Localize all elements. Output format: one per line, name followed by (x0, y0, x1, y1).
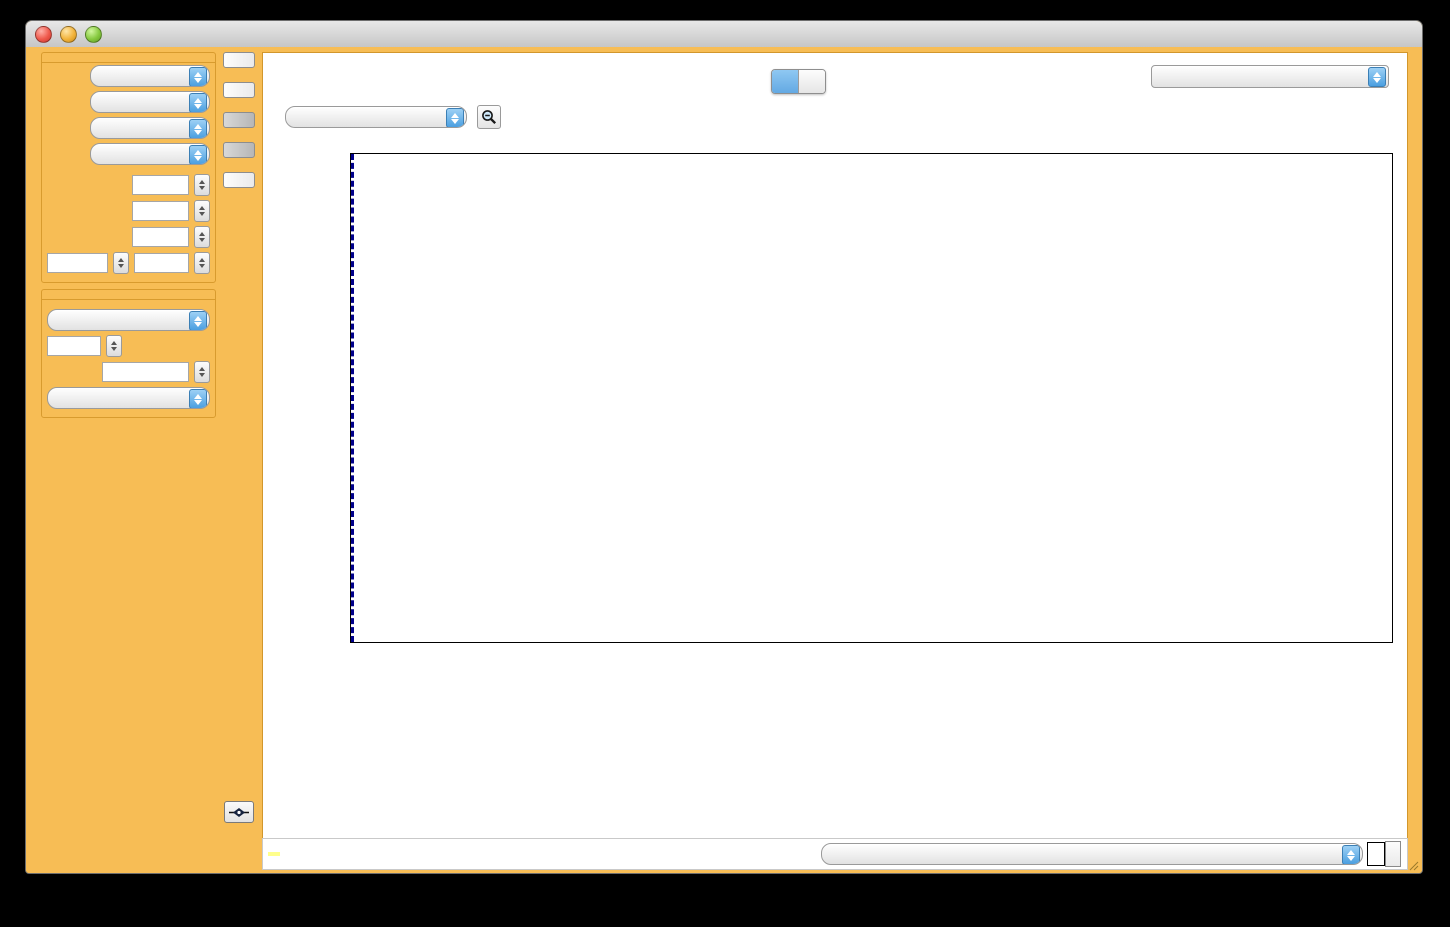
stepper-arrows-icon[interactable] (189, 145, 207, 165)
magnifier-minus-icon[interactable] (477, 105, 501, 129)
vtab-detection[interactable] (223, 142, 255, 158)
field-mode (42, 141, 215, 167)
temporel-panel (41, 289, 216, 418)
plot-container (285, 143, 1393, 688)
cursor-line[interactable] (351, 154, 354, 642)
field-voie (42, 63, 215, 89)
minimize-button[interactable] (60, 26, 77, 43)
tab-spectre[interactable] (798, 70, 825, 93)
stepper-arrows-icon[interactable] (189, 119, 207, 139)
vtab-fits[interactable] (223, 172, 255, 188)
field-options (42, 385, 215, 411)
stepper-arrows-icon[interactable] (1368, 67, 1386, 87)
stepper-arrows-icon[interactable] (189, 311, 207, 331)
new-file-status[interactable] (268, 852, 280, 856)
detection-panel-title (42, 53, 215, 63)
temporel-panel-title (42, 290, 215, 300)
input-threshold[interactable] (47, 253, 108, 273)
left-sidebar (41, 52, 216, 853)
select-custom-range[interactable] (285, 106, 467, 128)
application-window (25, 20, 1423, 874)
plot-frame[interactable] (350, 153, 1393, 643)
stepper-arrows-icon[interactable] (446, 108, 464, 128)
resize-grip-icon[interactable] (1407, 859, 1419, 871)
input-multiplier[interactable] (47, 336, 101, 356)
vertical-tab-strip (222, 52, 256, 853)
mes-toggle[interactable] (1367, 842, 1385, 866)
select-x[interactable] (90, 91, 210, 113)
stepper-moyenne[interactable] (194, 174, 210, 196)
plot-toolbar (285, 105, 511, 129)
detection-panel (41, 52, 216, 283)
vtab-legende[interactable] (223, 112, 255, 128)
field-y (42, 115, 215, 141)
field-threshold-pair (42, 250, 215, 276)
field-deglitch (42, 224, 215, 250)
select-mesure[interactable] (1151, 65, 1389, 88)
window-controls (35, 26, 102, 43)
zoom-button[interactable] (85, 26, 102, 43)
stepper-decale[interactable] (194, 361, 210, 383)
desktop-background (0, 0, 1450, 927)
input-moyenne[interactable] (132, 175, 189, 195)
window-body (26, 47, 1422, 873)
field-moyenne (42, 172, 215, 198)
stepper-arrows-icon[interactable] (189, 93, 207, 113)
diamond-icon[interactable] (224, 801, 254, 823)
plot-traces (351, 154, 1392, 642)
select-axe-mode[interactable] (47, 309, 210, 331)
stepper-decorrelation[interactable] (194, 200, 210, 222)
select-bottom[interactable] (821, 843, 1364, 865)
tab-temporel[interactable] (772, 70, 798, 93)
input-decorrelation[interactable] (132, 201, 189, 221)
mesure-select-wrapper (1151, 65, 1389, 88)
vtab-effa[interactable] (223, 82, 255, 98)
select-voie[interactable] (90, 65, 210, 87)
select-mode[interactable] (90, 143, 210, 165)
stepper-arrows-icon[interactable] (189, 389, 207, 409)
stepper-deglitch[interactable] (194, 226, 210, 248)
field-decorrelation (42, 198, 215, 224)
close-button[interactable] (35, 26, 52, 43)
input-deglitch[interactable] (132, 227, 189, 247)
field-axe-mode (42, 307, 215, 333)
view-tabs (771, 69, 826, 94)
diamond-glyph-icon (229, 807, 249, 818)
stepper-multiplier[interactable] (106, 335, 122, 357)
axe-x-heading (42, 300, 215, 307)
select-y[interactable] (90, 117, 210, 139)
stepper-frequency[interactable] (194, 252, 210, 274)
field-decale (42, 359, 215, 385)
stepper-arrows-icon[interactable] (1342, 845, 1360, 865)
field-multiplier (42, 333, 215, 359)
main-content-panel (262, 52, 1408, 853)
input-decale[interactable] (102, 362, 189, 382)
mes-button[interactable] (1385, 841, 1401, 867)
select-options[interactable] (47, 387, 210, 409)
window-titlebar (26, 21, 1422, 48)
stepper-threshold[interactable] (113, 252, 129, 274)
stepper-arrows-icon[interactable] (189, 67, 207, 87)
field-x (42, 89, 215, 115)
vtab-sauv[interactable] (223, 52, 255, 68)
input-frequency[interactable] (134, 253, 189, 273)
status-bar (262, 838, 1408, 870)
